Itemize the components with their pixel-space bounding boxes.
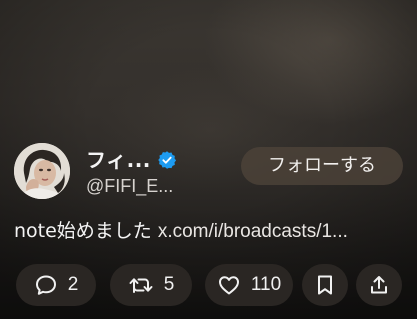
reply-icon bbox=[35, 275, 56, 295]
repost-button[interactable]: 5 bbox=[110, 264, 192, 306]
bookmark-icon bbox=[318, 275, 332, 295]
share-icon bbox=[371, 276, 387, 294]
repost-count: 5 bbox=[163, 274, 175, 295]
like-count: 110 bbox=[250, 274, 282, 295]
reply-button[interactable]: 2 bbox=[16, 264, 96, 306]
display-name-group[interactable]: フィ... bbox=[86, 147, 177, 173]
display-name: フィ... bbox=[86, 148, 151, 172]
author-row: フィ... @FIFI_E... フォローする bbox=[14, 143, 403, 203]
avatar[interactable] bbox=[14, 143, 70, 199]
verified-badge-icon bbox=[158, 151, 176, 169]
bookmark-button[interactable] bbox=[302, 264, 348, 306]
avatar-image bbox=[14, 143, 70, 199]
heart-icon bbox=[218, 276, 239, 295]
tweet-body-text: note始めました bbox=[14, 220, 152, 242]
tweet-text: note始めました x.com/i/broadcasts/1... bbox=[14, 216, 406, 246]
action-bar: 2 5 110 bbox=[0, 264, 417, 308]
user-handle[interactable]: @FIFI_E... bbox=[86, 175, 173, 197]
share-button[interactable] bbox=[356, 264, 402, 306]
video-background[interactable]: フィ... @FIFI_E... フォローする note始めました x.com/i… bbox=[0, 0, 417, 319]
reply-count: 2 bbox=[67, 274, 79, 295]
repost-icon bbox=[129, 278, 153, 293]
like-button[interactable]: 110 bbox=[205, 264, 293, 306]
follow-button[interactable]: フォローする bbox=[241, 147, 403, 185]
tweet-link[interactable]: x.com/i/broadcasts/1... bbox=[158, 221, 348, 242]
